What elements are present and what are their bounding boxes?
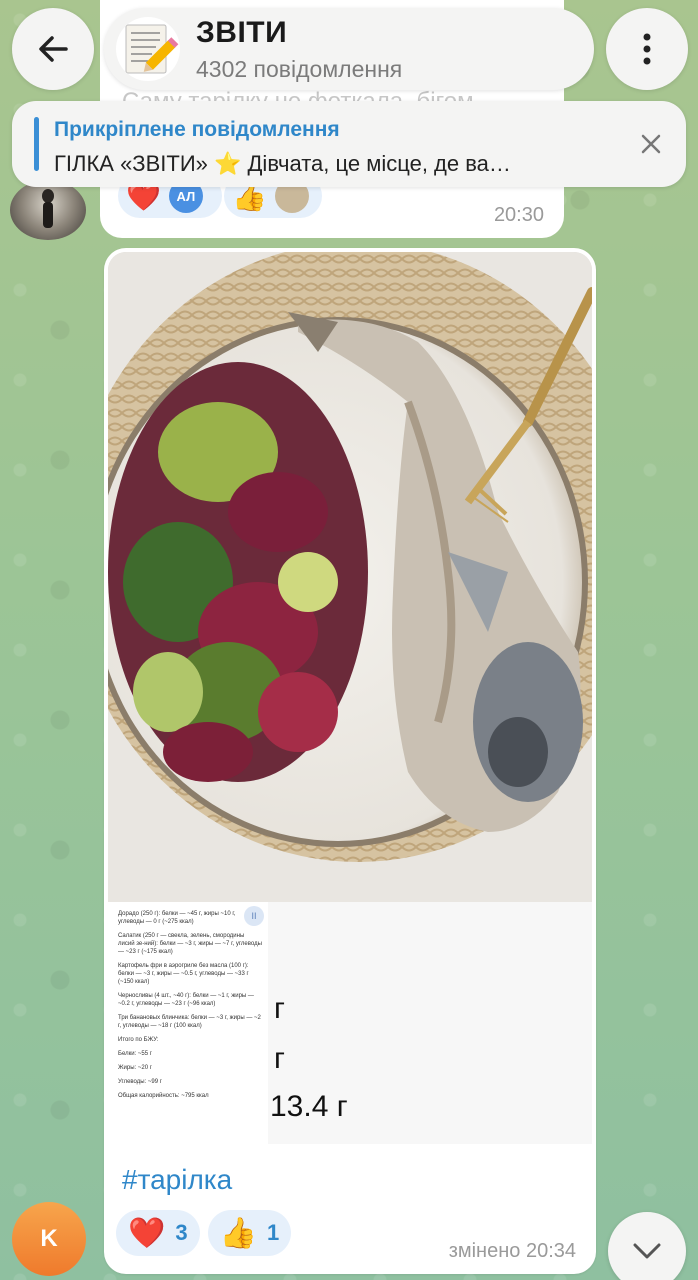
chat-title-bar[interactable]: ЗВІТИ 4302 повідомлення [104, 8, 594, 90]
star-icon: ⭐ [214, 151, 242, 176]
message-count: 4302 повідомлення [196, 55, 403, 82]
thumbs-up-icon: 👍 [219, 1216, 257, 1250]
reaction-heart-pill[interactable]: ❤️ 3 [116, 1210, 200, 1256]
pause-icon: II [244, 906, 264, 926]
nutrition-item: Общая калорийность: ~795 ккал [118, 1093, 209, 1099]
nutrition-screenshot[interactable]: Дорадо (250 г): белки — ~45 г, жиры ~10 … [108, 902, 592, 1144]
chat-title: ЗВІТИ [196, 15, 288, 49]
nutrition-item: Жиры: ~20 г [118, 1065, 152, 1071]
macro-value: 13.4 г [270, 1090, 348, 1123]
reaction-count: 3 [175, 1220, 188, 1245]
more-vertical-icon [643, 33, 651, 65]
reaction-thumbs-pill[interactable]: 👍 1 [207, 1210, 292, 1256]
macro-g-2: г [274, 1042, 285, 1075]
close-icon [641, 134, 661, 154]
nutrition-item: Итого по БЖУ: [118, 1037, 159, 1043]
food-photo[interactable] [108, 252, 592, 902]
edited-time: змінено 20:34 [448, 1240, 576, 1262]
pinned-preview: ГІЛКА «ЗВІТИ» ⭐ Дівчата, це місце, де ва… [54, 151, 511, 176]
hashtag-link[interactable]: #тарілка [122, 1164, 232, 1196]
nutrition-item: Черносливы (4 шт., ~40 г): белки — ~1 г,… [118, 993, 254, 1007]
sender-avatar-k[interactable]: K [12, 1202, 86, 1276]
chat-avatar [116, 17, 180, 81]
scroll-down-button[interactable] [608, 1212, 686, 1280]
back-button[interactable] [12, 8, 94, 90]
memo-icon [125, 24, 179, 74]
nutrition-item: Салатик (250 г — свекла, зелень, смороди… [118, 933, 262, 955]
reaction-count: 1 [266, 1220, 280, 1245]
pinned-label: Прикріплене повідомлення [54, 118, 340, 141]
nutrition-item: Углеводы: ~99 г [118, 1079, 162, 1085]
chevron-down-icon [633, 1243, 661, 1259]
macro-g-1: г [274, 992, 285, 1025]
more-options-button[interactable] [606, 8, 688, 90]
nutrition-item: Три банановых блинчика: белки — ~3 г, жи… [118, 1015, 261, 1029]
salad [108, 362, 368, 782]
pinned-indicator [34, 117, 39, 171]
arrow-left-icon [39, 36, 68, 62]
nutrition-item: Белки: ~55 г [118, 1051, 152, 1057]
nutrition-list: Дорадо (250 г): белки — ~45 г, жиры ~10 … [108, 902, 268, 1144]
nutrition-item: Картофель фри в аэрогриле без масла (100… [118, 963, 249, 985]
message-bubble[interactable]: Дорадо (250 г): белки — ~45 г, жиры ~10 … [104, 248, 596, 1274]
close-pinned-button[interactable] [634, 127, 668, 161]
heart-icon: ❤️ [128, 1216, 166, 1250]
message-time: 20:30 [493, 204, 544, 226]
sender-avatar[interactable] [10, 180, 86, 240]
reactions-row: ❤️ 3 👍 1 [116, 1210, 292, 1256]
nutrition-item: Дорадо (250 г): белки — ~45 г, жиры ~10 … [118, 911, 236, 925]
pinned-message-bar[interactable]: Прикріплене повідомлення ГІЛКА «ЗВІТИ» ⭐… [12, 101, 686, 187]
